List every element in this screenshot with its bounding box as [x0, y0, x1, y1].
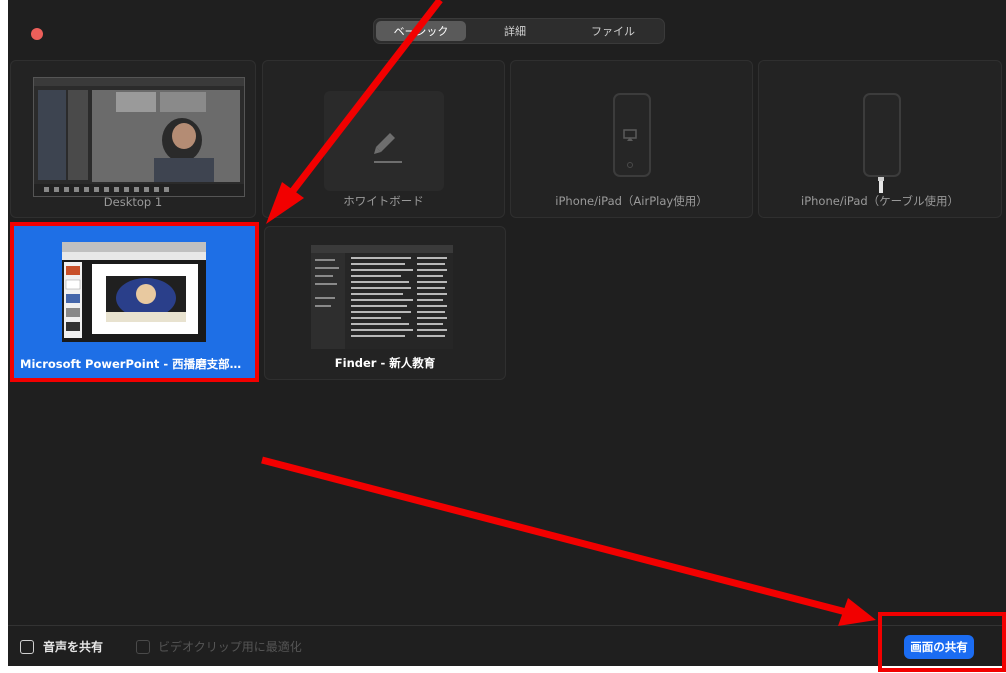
annotation-arrow-to-powerpoint: [289, 0, 443, 195]
annotation-arrowhead-share-button: [838, 598, 876, 626]
annotation-arrow-to-share-button: [261, 456, 847, 616]
annotation-arrows: [261, 0, 876, 626]
